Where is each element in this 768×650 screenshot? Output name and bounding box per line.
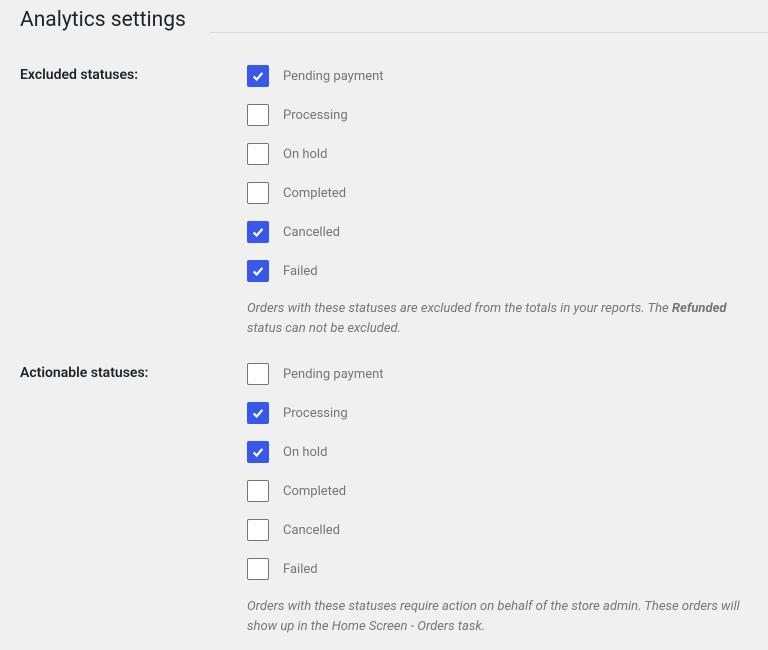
excluded-checkbox[interactable] [247, 182, 269, 204]
excluded-statuses-label: Excluded statuses: [20, 65, 247, 83]
actionable-checkbox[interactable] [247, 480, 269, 502]
divider [210, 32, 768, 33]
excluded-row: Pending payment [247, 65, 747, 87]
actionable-checkbox[interactable] [247, 558, 269, 580]
actionable-checkbox-label[interactable]: Failed [283, 562, 318, 577]
excluded-row: Completed [247, 182, 747, 204]
excluded-row: Processing [247, 104, 747, 126]
actionable-row: Failed [247, 558, 747, 580]
excluded-checkbox-label[interactable]: On hold [283, 147, 327, 162]
actionable-statuses-body: Pending payment Processing On hold Complete… [247, 363, 747, 636]
excluded-checkbox-label[interactable]: Pending payment [283, 69, 384, 84]
actionable-checkbox-label[interactable]: Completed [283, 484, 346, 499]
actionable-checkbox[interactable] [247, 363, 269, 385]
excluded-row: Cancelled [247, 221, 747, 243]
excluded-row: On hold [247, 143, 747, 165]
excluded-checkbox-label[interactable]: Completed [283, 186, 346, 201]
excluded-row: Failed [247, 260, 747, 282]
excluded-checkbox[interactable] [247, 104, 269, 126]
excluded-checkbox-label[interactable]: Cancelled [283, 225, 340, 240]
actionable-help-text: Orders with these statuses require actio… [247, 597, 747, 636]
excluded-checkbox[interactable] [247, 260, 269, 282]
actionable-checkbox-label[interactable]: Pending payment [283, 367, 384, 382]
actionable-row: Processing [247, 402, 747, 424]
page-title: Analytics settings [20, 0, 748, 40]
check-icon [251, 445, 265, 459]
actionable-checkbox-label[interactable]: Cancelled [283, 523, 340, 538]
excluded-statuses-section: Excluded statuses: Pending payment Proces… [20, 65, 748, 338]
excluded-help-text: Orders with these statuses are excluded … [247, 299, 747, 338]
actionable-row: On hold [247, 441, 747, 463]
actionable-checkbox[interactable] [247, 519, 269, 541]
actionable-checkbox-label[interactable]: On hold [283, 445, 327, 460]
actionable-statuses-section: Actionable statuses: Pending payment Proc… [20, 363, 748, 636]
actionable-statuses-label: Actionable statuses: [20, 363, 247, 381]
excluded-checkbox-label[interactable]: Processing [283, 108, 348, 123]
excluded-statuses-body: Pending payment Processing On hold Complete… [247, 65, 747, 338]
excluded-checkbox[interactable] [247, 65, 269, 87]
actionable-checkbox-label[interactable]: Processing [283, 406, 348, 421]
actionable-checkbox[interactable] [247, 402, 269, 424]
excluded-checkbox[interactable] [247, 221, 269, 243]
check-icon [251, 406, 265, 420]
check-icon [251, 264, 265, 278]
check-icon [251, 225, 265, 239]
actionable-checkbox[interactable] [247, 441, 269, 463]
excluded-checkbox-label[interactable]: Failed [283, 264, 318, 279]
excluded-checkbox[interactable] [247, 143, 269, 165]
actionable-row: Completed [247, 480, 747, 502]
check-icon [251, 69, 265, 83]
actionable-row: Pending payment [247, 363, 747, 385]
actionable-row: Cancelled [247, 519, 747, 541]
